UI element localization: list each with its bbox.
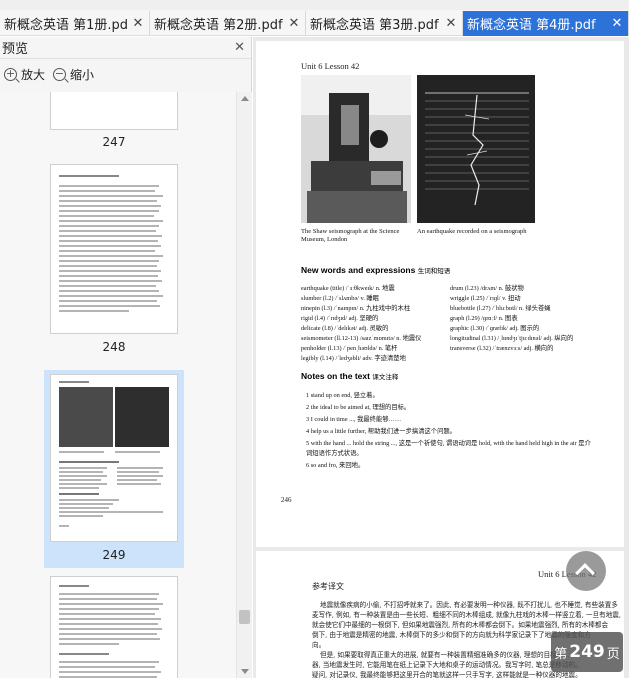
seismogram-photo <box>417 75 535 223</box>
vocab-item: earthquake (title) /ˈɜːθkweɪk/ n. 地震 <box>301 285 395 292</box>
tab-label: 新概念英语 第3册.pdf <box>310 18 439 33</box>
zoom-in-label: 放大 <box>21 67 46 82</box>
zoom-out-button[interactable]: − 缩小 <box>53 66 94 83</box>
seismograph-photo <box>301 75 411 223</box>
close-icon[interactable]: ✕ <box>444 16 458 31</box>
pdf-reader-window: 新概念英语 第1册.pdf ✕ 新概念英语 第2册.pdf ✕ 新概念英语 第3… <box>0 0 629 678</box>
tab-label: 新概念英语 第1册.pdf <box>4 18 127 33</box>
note-item: 4 help us a little further, 帮助我们进一步搞清这个问… <box>306 428 456 435</box>
note-item: 1 stand up on end, 竖立着。 <box>306 392 379 399</box>
vocab-item: rigid (l.4) /ˈrɪdʒɪd/ adj. 坚硬的 <box>301 315 379 322</box>
new-words-title-cn: 生词和短语 <box>417 268 451 275</box>
thumbnail-scrollbar[interactable] <box>236 92 252 678</box>
page-indicator-suffix: 页 <box>606 646 620 662</box>
page-number: 246 <box>281 496 292 504</box>
thumbnail-page <box>50 374 178 542</box>
zoom-in-icon: + <box>4 66 17 81</box>
thumbnail-page <box>50 92 178 130</box>
note-item: 词短语作方式状语。 <box>306 450 363 457</box>
new-words-title: New words and expressions <box>301 265 416 275</box>
vocab-item: delicate (l.8) /ˈdelɪkət/ adj. 灵敏的 <box>301 325 389 332</box>
note-item: 2 the ideal to be aimed at, 理想的目标。 <box>306 404 411 411</box>
translation-line: 但是, 如果要取得真正重大的进展, 就要有一种装置精细准确多的仪器, 理想的目标… <box>320 651 577 659</box>
vocab-item: slumber (l.2) /ˈslʌmbə/ v. 睡眠 <box>301 295 379 302</box>
title-strip <box>0 0 629 10</box>
vocab-item: graphic (l.30) /ˈɡræfɪk/ adj. 图示的 <box>450 325 540 332</box>
vocab-item: penholder (l.13) /ˈpenˌhəʊldə/ n. 笔杆 <box>301 345 398 352</box>
zoom-out-label: 缩小 <box>70 67 95 82</box>
vocab-item: seismometer (ll.12-13) /saɪzˈmɒmɪtə/ n. … <box>301 335 422 342</box>
vocab-item: drum (l.23) /drʌm/ n. 鼓状物 <box>450 285 524 292</box>
thumbnail-247[interactable]: 247 <box>44 92 184 152</box>
close-icon[interactable]: ✕ <box>287 16 301 31</box>
scrollbar-thumb[interactable] <box>239 610 250 624</box>
translation-line: 地震就像疾病的小偷, 不打招呼就来了。因此, 有必要发明一种仪器, 既不打扰儿,… <box>320 601 618 609</box>
photo-caption-right: An earthquake recorded on a seismograph <box>417 228 527 235</box>
tab-bar: 新概念英语 第1册.pdf ✕ 新概念英语 第2册.pdf ✕ 新概念英语 第3… <box>0 0 629 36</box>
vocab-item: longitudinal (l.31) /ˌlɒndʒɪˈtjuːdɪnəl/ … <box>450 335 574 342</box>
note-item: 5 with the hand ... hold the string ...,… <box>306 440 591 447</box>
scroll-down-icon[interactable] <box>241 669 249 674</box>
zoom-in-button[interactable]: + 放大 <box>4 66 45 83</box>
translation-line: 就会使它们中最细的一根倒下, 但如果地震强烈, 所有的木棒都会倒下。如果地震强烈… <box>312 621 609 629</box>
thumbnail-248[interactable]: 248 <box>44 160 184 360</box>
tab-book1[interactable]: 新概念英语 第1册.pdf ✕ <box>0 11 150 36</box>
preview-sidebar: 预览 ✕ + 放大 − 缩小 247 248 249 <box>0 37 252 678</box>
translation-line: 器, 当地震发生时, 它能用笔在纸上记录下大地和桌子的运动情况。我写字时, 笔总… <box>312 661 582 669</box>
chevron-up-icon <box>575 563 595 583</box>
vocab-item: wriggle (l.25) /ˈrɪɡl/ v. 扭动 <box>450 295 521 302</box>
thumbnail-label: 248 <box>102 340 126 354</box>
thumbnail-label: 247 <box>102 135 126 149</box>
vocab-item: graph (l.29) /ɡrɑːf/ n. 图表 <box>450 315 518 322</box>
vocab-item: legibly (l.14) /ˈledʒəbli/ adv. 字迹清楚地 <box>301 355 406 362</box>
translation-line: 倒下, 由于地震是精密的地震, 木棒倒下的多少和倒下的方向就为科学家记录下了地震… <box>312 631 591 639</box>
pdf-page-246: Unit 6 Lesson 42 The Shaw seismograph at… <box>256 41 624 547</box>
notes-heading: Notes on the text 课文注释 <box>301 371 398 381</box>
thumbnail-249[interactable]: 249 <box>44 370 184 568</box>
thumbnail-250[interactable] <box>44 576 184 678</box>
sidebar-toolbar: + 放大 − 缩小 <box>0 59 251 89</box>
page-indicator: 第 249 页 <box>551 632 623 672</box>
scroll-up-icon[interactable] <box>241 96 249 101</box>
tab-label: 新概念英语 第4册.pdf <box>467 18 596 33</box>
page-indicator-prefix: 第 <box>554 646 568 662</box>
thumbnail-list[interactable]: 247 248 249 <box>0 92 236 678</box>
page-indicator-number: 249 <box>569 642 605 662</box>
tab-label: 新概念英语 第2册.pdf <box>154 18 283 33</box>
thumbnail-page <box>50 164 178 334</box>
thumbnail-page <box>50 576 178 678</box>
notes-title: Notes on the text <box>301 371 370 381</box>
vocab-item: bluebottle (l.27) /ˈbluːbɒtl/ n. 绿头苍蝇 <box>450 305 551 312</box>
translation-line: 麦写作, 例如, 有一种装置是由一些长短、粗细不同的木棒组成, 就像九柱戏的木棒… <box>312 611 621 619</box>
tab-book3[interactable]: 新概念英语 第3册.pdf ✕ <box>306 11 463 36</box>
zoom-out-icon: − <box>53 66 67 81</box>
close-icon[interactable]: ✕ <box>610 16 624 31</box>
vocab-item: ninepin (l.3) /ˈnaɪnpɪn/ n. 九柱戏中的木柱 <box>301 305 411 312</box>
tab-book2[interactable]: 新概念英语 第2册.pdf ✕ <box>150 11 306 36</box>
thumbnail-label: 249 <box>102 548 126 562</box>
tab-book4[interactable]: 新概念英语 第4册.pdf ✕ <box>463 11 629 36</box>
close-icon[interactable]: ✕ <box>234 40 245 55</box>
back-to-top-button[interactable] <box>566 551 606 591</box>
photo-caption-left: The Shaw seismograph at the Science Muse… <box>301 228 400 243</box>
vocab-item: transverse (l.32) /ˈtrænzvɜːs/ adj. 横向的 <box>450 345 554 352</box>
close-icon[interactable]: ✕ <box>131 16 145 31</box>
translation-title: 参考译文 <box>312 582 344 591</box>
translation-line: 向。 <box>312 641 326 649</box>
note-item: 6 so and fro, 来回地。 <box>306 462 365 469</box>
new-words-heading: New words and expressions 生词和短语 <box>301 265 450 275</box>
translation-line: 疑问, 对记录仪, 我最终能够把这里开合的笔就这样一只手写字, 这样能就是一种仪… <box>312 671 582 678</box>
sidebar-header: 预览 ✕ <box>0 37 251 59</box>
sidebar-title: 预览 <box>2 42 29 57</box>
note-item: 3 I could in time ..., 我最终能够…… <box>306 416 402 423</box>
page-header: Unit 6 Lesson 42 <box>301 61 360 71</box>
notes-title-cn: 课文注释 <box>372 374 399 381</box>
